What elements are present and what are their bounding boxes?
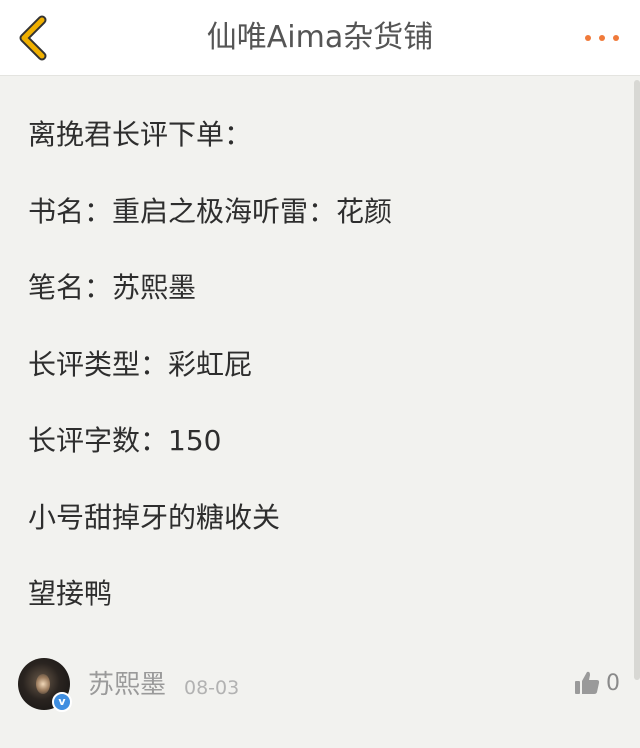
post-line: 望接鸭	[28, 577, 113, 610]
post-line: 笔名：苏熙墨	[28, 271, 197, 304]
thumbs-up-icon	[575, 671, 600, 694]
post-line: 小号甜掉牙的糖收关	[28, 500, 281, 534]
avatar-image	[36, 674, 50, 694]
post-line: 书名：重启之极海听雷：花颜	[28, 194, 393, 228]
like-button[interactable]	[574, 670, 600, 696]
top-bar: 仙唯Aima杂货铺	[0, 0, 640, 76]
username[interactable]: 苏熙墨	[88, 668, 166, 702]
scrollbar[interactable]	[634, 80, 640, 680]
post-date: 08-03	[184, 677, 240, 699]
more-button[interactable]	[582, 24, 622, 52]
page-title: 仙唯Aima杂货铺	[206, 20, 434, 55]
post-line: 长评字数：150	[28, 424, 222, 457]
post-footer: v 苏熙墨 08-03 0	[0, 650, 640, 720]
more-dots-icon	[585, 35, 619, 41]
post-line: 长评类型：彩虹屁	[28, 347, 253, 381]
verified-badge-icon: v	[52, 692, 72, 712]
post-content: 离挽君长评下单： 书名：重启之极海听雷：花颜 笔名：苏熙墨 长评类型：彩虹屁 长…	[28, 106, 618, 642]
like-count: 0	[606, 671, 620, 696]
post-line: 离挽君长评下单：	[28, 118, 253, 151]
